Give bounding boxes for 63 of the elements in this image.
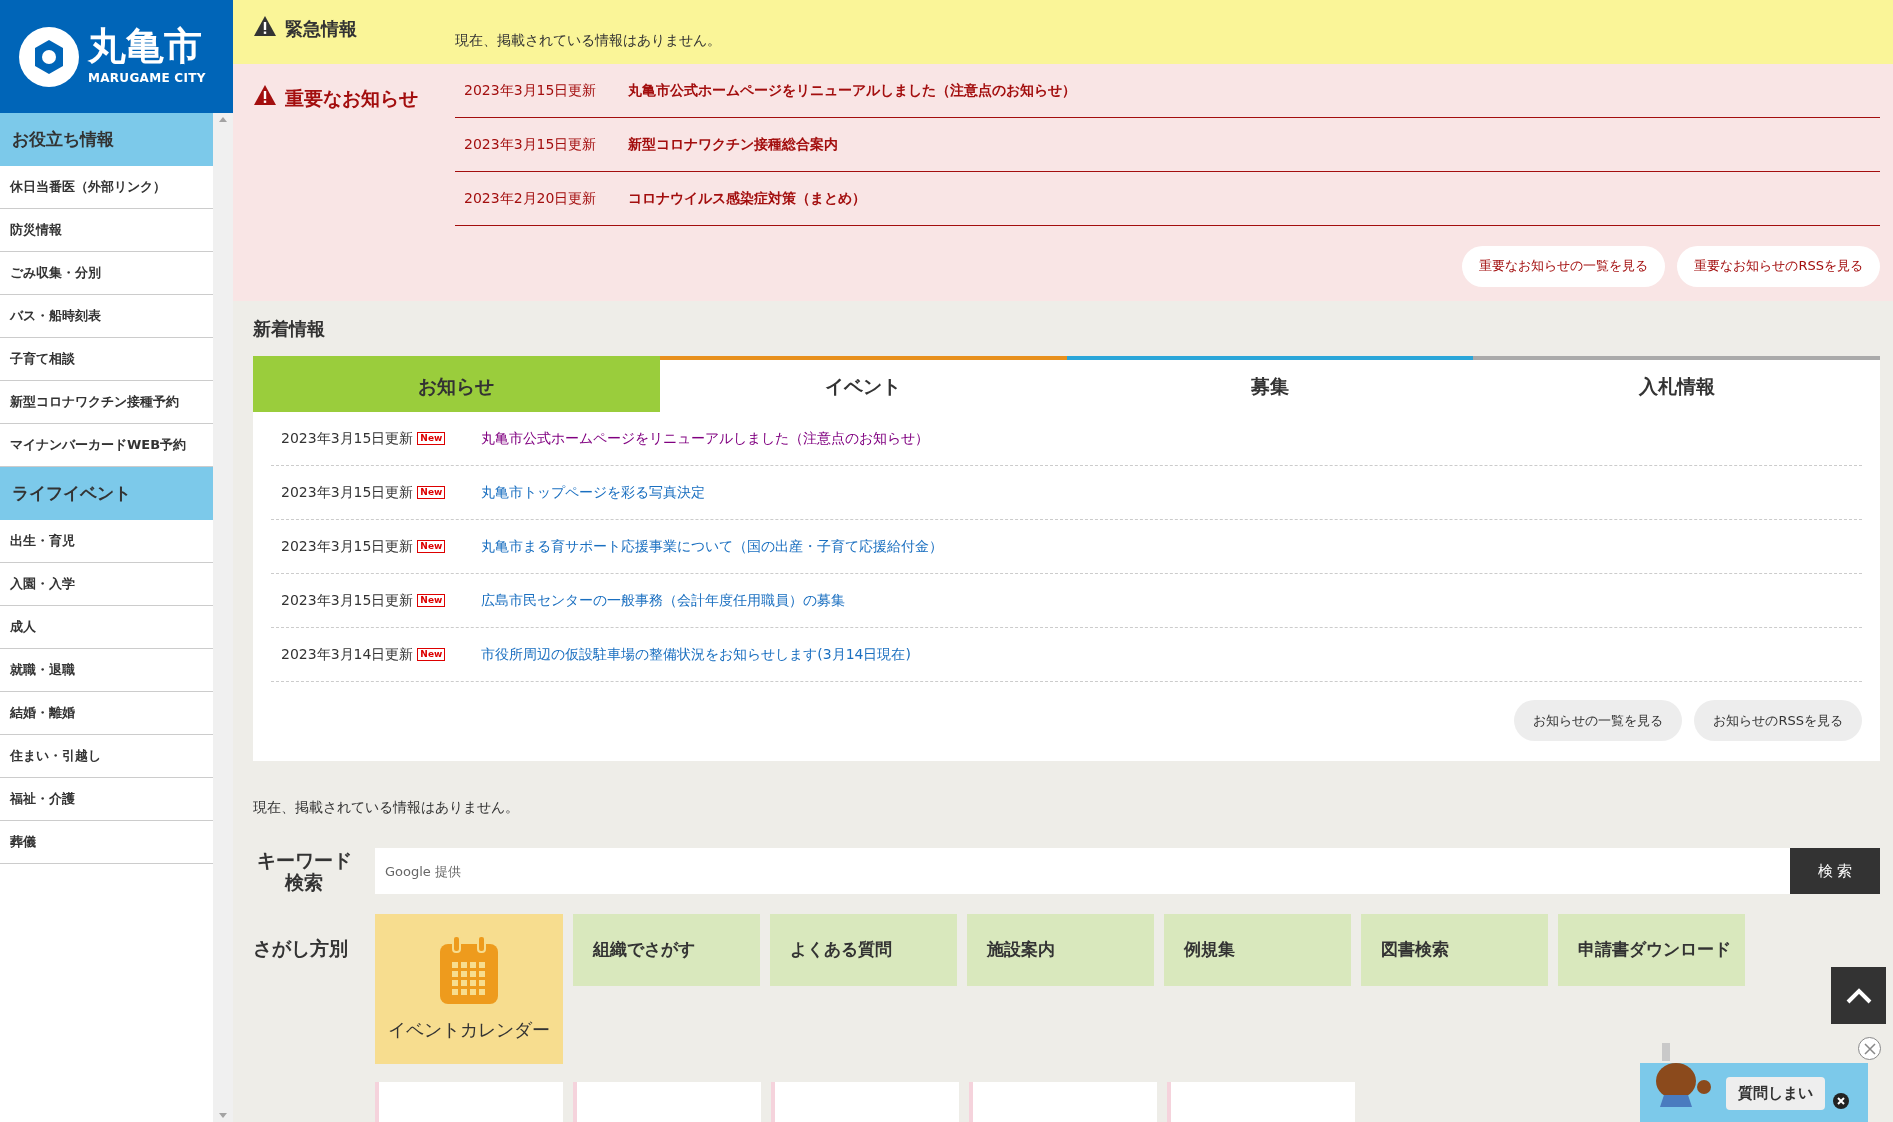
event-calendar-tile[interactable]: イベントカレンダー — [375, 914, 563, 1064]
news-tab[interactable]: 募集 — [1066, 356, 1474, 412]
category-tile[interactable]: 施設案内 — [967, 914, 1154, 986]
close-icon — [1863, 1042, 1876, 1055]
notice-link[interactable]: 新型コロナワクチン接種総合案内 — [628, 133, 838, 155]
news-list-button[interactable]: お知らせの一覧を見る — [1514, 700, 1683, 741]
notice-list-button[interactable]: 重要なお知らせのRSSを見る — [1677, 245, 1880, 287]
scroll-up-icon[interactable] — [219, 117, 227, 122]
news-tab[interactable]: イベント — [659, 356, 1067, 412]
chat-bubble: 質問しまい — [1726, 1077, 1825, 1110]
news-date: 2023年3月15日更新 — [281, 429, 414, 448]
category-tile[interactable]: 図書検索 — [1361, 914, 1548, 986]
news-date: 2023年3月15日更新 — [281, 537, 414, 556]
chevron-up-icon — [1845, 987, 1872, 1004]
news-link[interactable]: 丸亀市トップページを彩る写真決定 — [481, 482, 706, 503]
search-field[interactable]: Google 提供 — [375, 848, 1790, 894]
sidebar-heading: お役立ち情報 — [0, 113, 213, 166]
news-link[interactable]: 市役所周辺の仮設駐車場の整備状況をお知らせします(3月14日現在) — [481, 644, 911, 665]
section-title: 新着情報 — [253, 317, 326, 341]
site-logo[interactable]: 丸亀市 MARUGAME CITY — [0, 0, 233, 113]
notice-link[interactable]: 丸亀市公式ホームページをリニューアルしました（注意点のお知らせ） — [628, 79, 1076, 101]
new-badge: New — [417, 486, 446, 499]
scroll-down-icon[interactable] — [219, 1113, 227, 1118]
warning-icon — [253, 15, 277, 37]
notice-date: 2023年3月15日更新 — [464, 134, 598, 154]
scrollbar[interactable] — [213, 113, 233, 1122]
search-button[interactable]: 検 索 — [1790, 848, 1880, 894]
notice-list-button[interactable]: 重要なお知らせの一覧を見る — [1462, 245, 1666, 287]
notice-date: 2023年3月15日更新 — [464, 80, 598, 100]
browse-label: さがし方別 — [253, 936, 349, 961]
notice-message: 現在、掲載されている情報はありません。 — [253, 798, 520, 817]
new-badge: New — [417, 432, 446, 445]
category-tile[interactable]: よくある質問 — [770, 914, 957, 986]
warning-icon — [253, 83, 277, 106]
close-button[interactable] — [1858, 1037, 1881, 1060]
category-tile[interactable]: 組織でさがす — [573, 914, 760, 986]
new-badge: New — [417, 540, 446, 553]
category-tile[interactable]: 例規集 — [1164, 914, 1351, 986]
close-icon[interactable] — [1833, 1093, 1849, 1109]
notice-link[interactable]: コロナウイルス感染症対策（まとめ） — [628, 187, 866, 209]
search-label: キーワード検索 — [255, 849, 353, 893]
logo-name: 丸亀市 — [88, 26, 203, 65]
news-tab[interactable]: 入札情報 — [1473, 356, 1880, 412]
news-tab[interactable]: お知らせ — [253, 356, 660, 412]
sidebar-heading: ライフイベント — [0, 467, 213, 520]
new-badge: New — [417, 594, 446, 607]
news-link[interactable]: 広島市民センターの一般事務（会計年度任用職員）の募集 — [481, 590, 846, 611]
news-link[interactable]: 丸亀市まる育サポート応援事業について（国の出産・子育て応援給付金） — [481, 536, 944, 557]
back-to-top-button[interactable] — [1831, 967, 1886, 1024]
logo-subtitle: MARUGAME CITY — [88, 69, 206, 87]
news-list-button[interactable]: お知らせのRSSを見る — [1694, 700, 1862, 741]
logo-emblem-icon — [18, 25, 80, 88]
category-tile[interactable]: 申請書ダウンロード — [1558, 914, 1745, 986]
news-link[interactable]: 丸亀市公式ホームページをリニューアルしました（注意点のお知らせ） — [481, 428, 930, 449]
emergency-message: 現在、掲載されている情報はありません。 — [455, 31, 721, 50]
calendar-icon — [440, 935, 498, 1004]
new-badge: New — [417, 648, 446, 661]
notice-date: 2023年2月20日更新 — [464, 188, 598, 208]
news-date: 2023年3月15日更新 — [281, 591, 414, 610]
important-title: 重要なお知らせ — [285, 85, 418, 111]
emergency-title: 緊急情報 — [285, 17, 357, 41]
news-date: 2023年3月15日更新 — [281, 483, 414, 502]
news-date: 2023年3月14日更新 — [281, 645, 414, 664]
